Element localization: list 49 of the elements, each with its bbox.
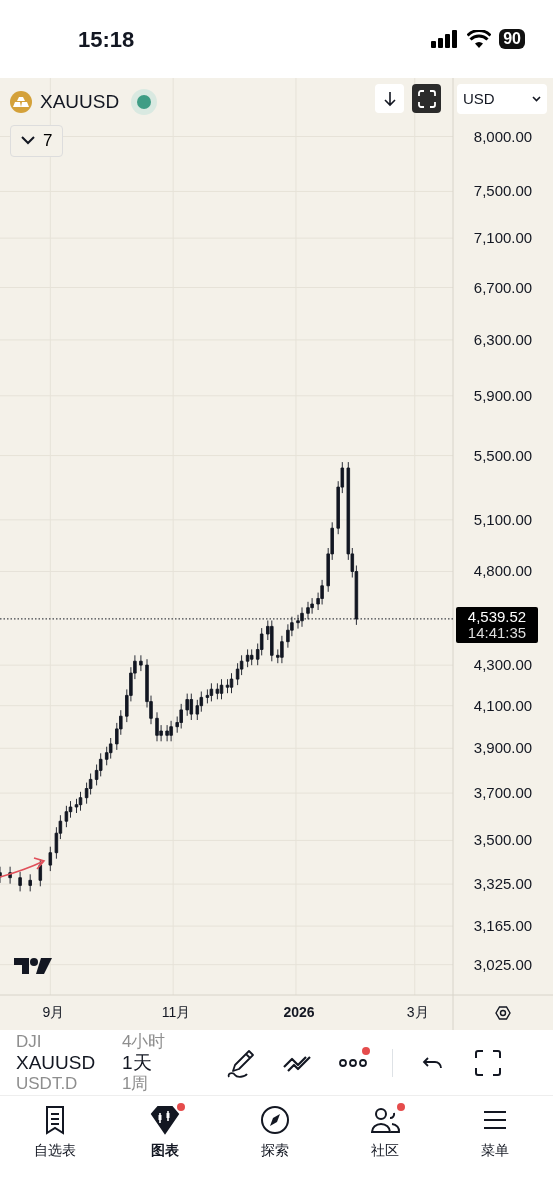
price-axis-label: 6,700.00	[473, 278, 533, 296]
undo-icon	[421, 1055, 443, 1070]
signal-icon	[431, 30, 460, 48]
tab-bar-item[interactable]: 自选表	[0, 1096, 110, 1200]
price-axis-label: 3,165.00	[473, 917, 533, 935]
chart-icon	[149, 1104, 181, 1136]
caret-icon	[532, 96, 541, 102]
time-axis-label: 3月	[406, 1004, 429, 1020]
price-axis-label: 8,000.00	[473, 127, 533, 145]
price-axis-label: 4,100.00	[473, 696, 533, 714]
tab-bar-item[interactable]: 探索	[220, 1096, 330, 1200]
fullscreen-button[interactable]	[412, 84, 441, 113]
price-axis-label: 3,025.00	[473, 955, 533, 973]
tab-bar-item[interactable]: 图表	[110, 1096, 220, 1200]
price-axis-label: 3,325.00	[473, 875, 533, 893]
price-axis-label: 5,900.00	[473, 386, 533, 404]
price-axis-label: 3,900.00	[473, 739, 533, 757]
price-axis-label: 4,300.00	[473, 656, 533, 674]
price-axis-label: 7,100.00	[473, 229, 533, 247]
time-axis-label: 2026	[283, 1004, 315, 1020]
explore-icon	[259, 1104, 291, 1136]
clock-time: 15:18	[78, 25, 135, 54]
time-axis-label: 11月	[161, 1004, 191, 1020]
logo-icon	[14, 958, 52, 974]
more-icon	[338, 1057, 368, 1068]
symbol-picker-option[interactable]: XAUUSD	[16, 1052, 122, 1073]
price-axis-label: 5,500.00	[473, 446, 533, 464]
symbol-name: XAUUSD	[40, 90, 120, 114]
indicators-toggle[interactable]: 7	[10, 124, 64, 157]
scroll-to-latest-button[interactable]	[375, 84, 404, 113]
bullion-icon	[10, 91, 32, 114]
down-arrow-icon	[382, 90, 397, 107]
price-axis-label: 4,800.00	[473, 562, 533, 580]
settings-icon[interactable]	[495, 1006, 511, 1020]
tab-bar-item[interactable]: 社区	[330, 1096, 440, 1200]
price-axis-label: 5,100.00	[473, 510, 533, 528]
price-axis-label: 6,300.00	[473, 330, 533, 348]
currency-select[interactable]: USD	[457, 84, 547, 114]
time-axis-label: 9月	[42, 1004, 65, 1020]
wifi-icon	[467, 30, 492, 48]
price-axis-label: 3,700.00	[473, 784, 533, 802]
price-axis-label: 3,500.00	[473, 831, 533, 849]
chevron-down-icon	[21, 136, 35, 145]
price-axis-label: 7,500.00	[473, 182, 533, 200]
arrow	[0, 857, 45, 878]
interval-picker-option[interactable]: 1天	[122, 1052, 212, 1073]
tab-bar-item[interactable]: 菜单	[440, 1096, 550, 1200]
last-price-tag: 4,539.52 14:41:35	[456, 606, 538, 643]
battery-level: 90	[499, 29, 525, 49]
